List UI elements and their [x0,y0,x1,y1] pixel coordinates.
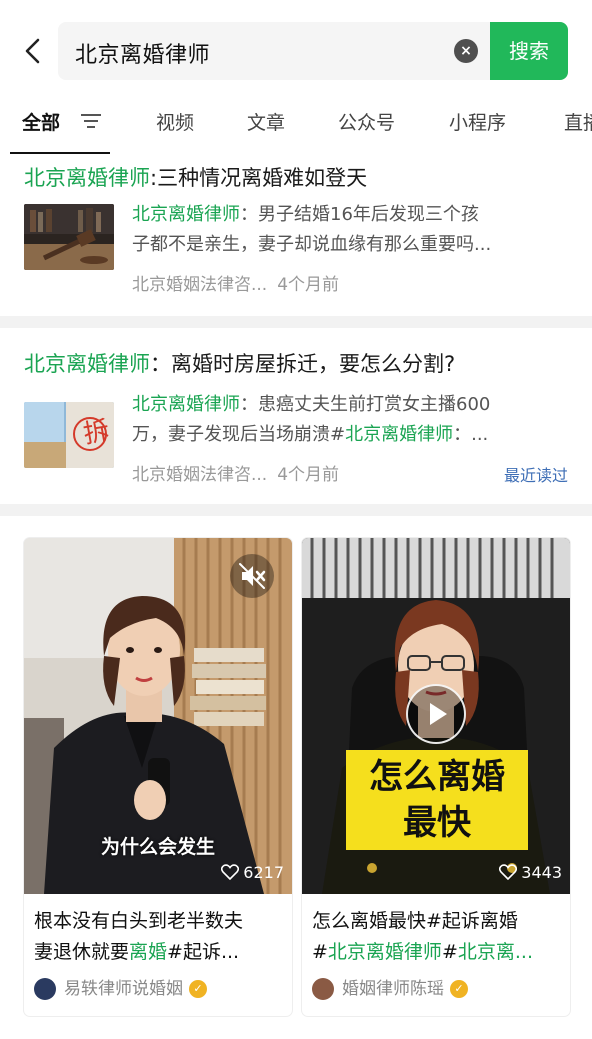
filter-icon[interactable] [80,112,102,130]
result-title[interactable]: 北京离婚律师：离婚时房屋拆迁，要怎么分割? [24,348,455,378]
source-name: 北京婚姻法律咨... [132,275,268,295]
svg-text:拆: 拆 [81,416,112,450]
video-likes: 6217 [221,863,284,882]
top-bar: 北京离婚律师 × 搜索 [0,0,592,98]
tab-video[interactable]: 视频 [156,108,194,135]
tab-mini-programs[interactable]: 小程序 [449,108,506,135]
video-title[interactable]: 怎么离婚最快#起诉离婚 #北京离婚律师#北京离... [312,906,562,968]
source-name: 北京婚姻法律咨... [132,465,268,485]
video-author[interactable]: 婚姻律师陈瑶 ✓ [312,974,468,1000]
result-title[interactable]: 北京离婚律师:三种情况离婚难如登天 [24,162,367,192]
video-cover[interactable]: 为什么会发生 6217 [24,538,292,894]
clear-search-icon[interactable]: × [454,39,478,63]
result-snippet: 北京离婚律师：患癌丈夫生前打赏女主播600 万，妻子发现后当场崩溃#北京离婚律师… [132,394,491,445]
video-results: 为什么会发生 6217 根本没有白头到老半数夫 妻退休就要离婚#起诉... 易轶… [0,516,592,1039]
article-thumbnail[interactable] [24,204,114,270]
tab-articles[interactable]: 文章 [247,108,285,135]
result-meta: 北京婚姻法律咨... 4个月前 [132,460,339,485]
video-card-1[interactable]: 为什么会发生 6217 根本没有白头到老半数夫 妻退休就要离婚#起诉... 易轶… [24,538,292,1016]
heart-icon [499,864,518,881]
video-title[interactable]: 根本没有白头到老半数夫 妻退休就要离婚#起诉... [34,906,284,968]
article-thumbnail[interactable]: 拆 [24,402,114,468]
recently-read-badge: 最近读过 [503,466,568,485]
video-cover-title: 怎么离婚 最快 [346,750,528,850]
video-card-2[interactable]: 怎么离婚 最快 3443 怎么离婚最快#起诉离婚 #北京离婚律师#北京离... … [302,538,570,1016]
tab-live[interactable]: 直播 [564,108,592,135]
publish-time: 4个月前 [277,465,340,485]
publish-time: 4个月前 [277,275,340,295]
result-snippet: 北京离婚律师：男子结婚16年后发现三个孩 子都不是亲生，妻子却说血缘有那么重要吗… [132,204,492,255]
tab-official-accounts[interactable]: 公众号 [338,108,395,135]
avatar [312,978,334,1000]
filter-tabs: 全部 视频 文章 公众号 小程序 直播 [0,98,592,154]
tab-all[interactable]: 全部 [22,108,60,135]
result-meta: 北京婚姻法律咨... 4个月前 [132,270,339,295]
back-arrow-icon[interactable] [18,34,48,68]
avatar [34,978,56,1000]
play-icon[interactable] [406,684,466,744]
article-result-1[interactable]: 北京离婚律师:三种情况离婚难如登天 北京离婚律师：男子结婚16年后发现三个孩 子… [0,154,592,316]
search-button[interactable]: 搜索 [490,22,568,80]
video-caption-overlay: 为什么会发生 [100,836,215,858]
verified-badge-icon: ✓ [450,980,468,998]
heart-icon [221,864,240,881]
muted-speaker-icon[interactable] [230,554,274,598]
video-likes: 3443 [499,863,562,882]
video-author[interactable]: 易轶律师说婚姻 ✓ [34,974,207,1000]
search-query-text[interactable]: 北京离婚律师 [75,37,210,69]
verified-badge-icon: ✓ [189,980,207,998]
article-result-2[interactable]: 北京离婚律师：离婚时房屋拆迁，要怎么分割? 拆 北京离婚律师：患癌丈夫生前打赏女… [0,328,592,504]
search-input[interactable]: 北京离婚律师 × [58,22,490,80]
video-cover[interactable]: 怎么离婚 最快 3443 [302,538,570,894]
